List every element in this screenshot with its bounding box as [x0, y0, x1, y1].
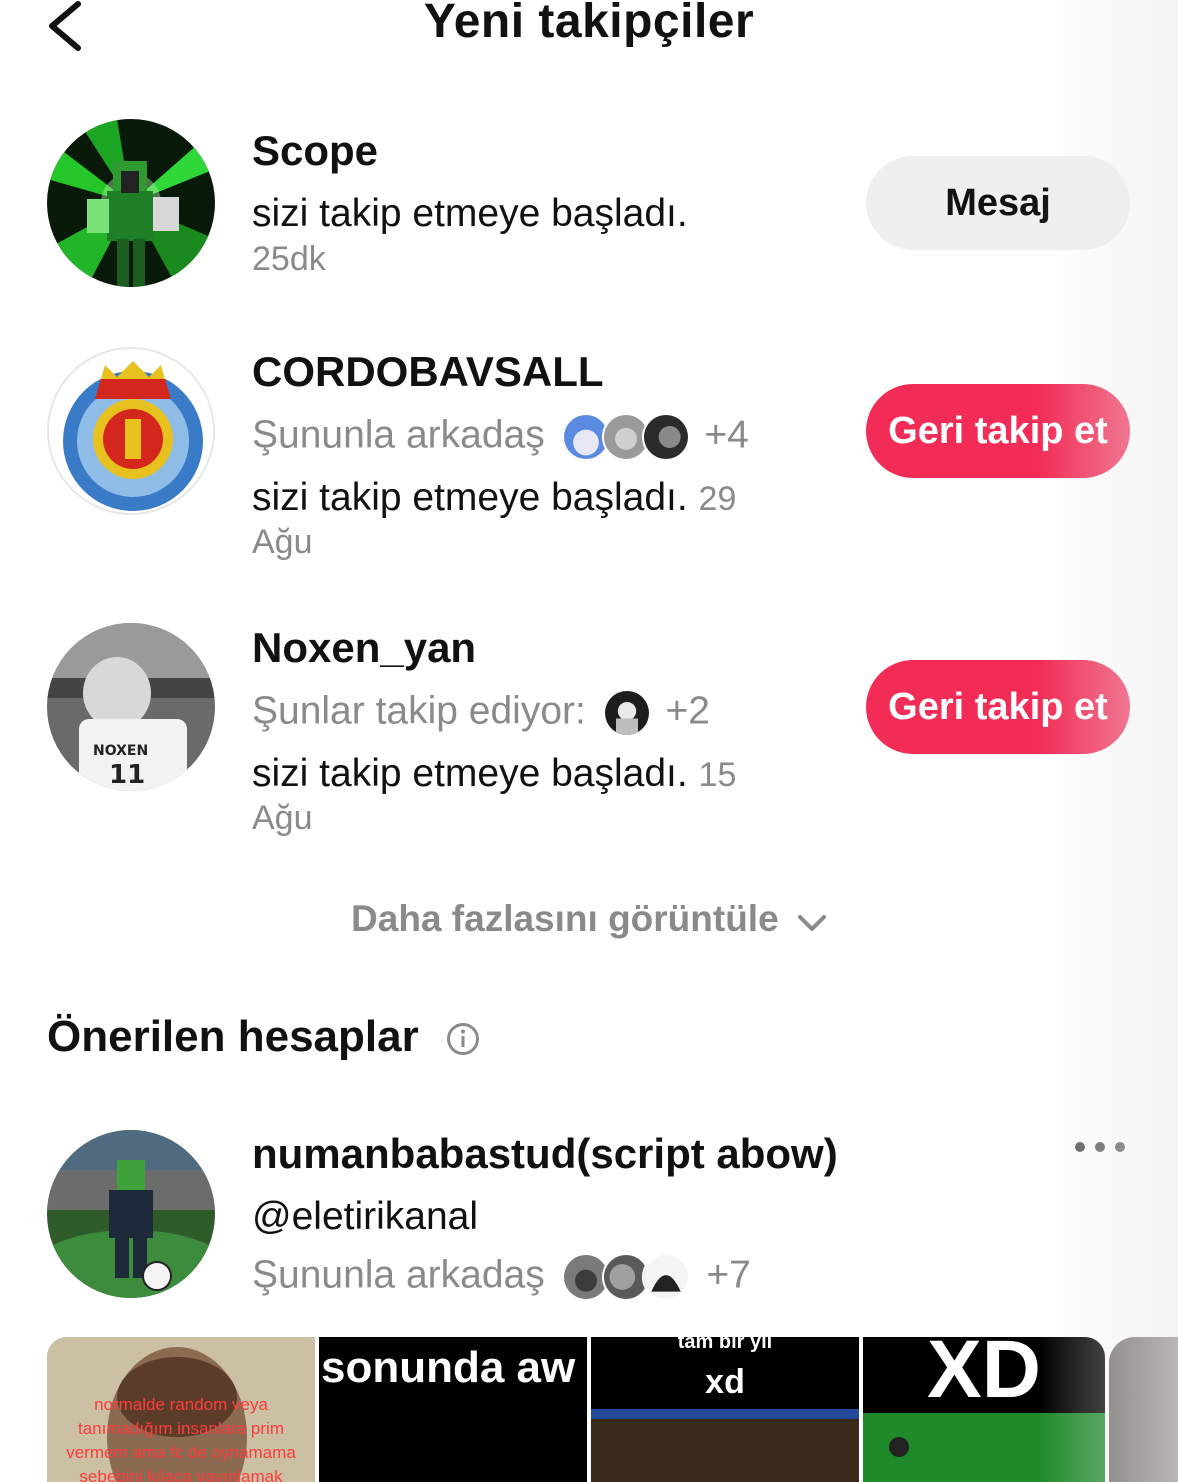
thumbnail-caption: normalde random veya tanımadığım insanla…	[66, 1395, 296, 1482]
username[interactable]: Noxen_yan	[252, 624, 476, 672]
follow-back-button[interactable]: Geri takip et	[866, 384, 1130, 478]
mutual-avatars	[556, 1253, 696, 1301]
avatar[interactable]: NOXEN 11	[47, 623, 215, 791]
thumbnail-caption: xd	[705, 1363, 745, 1401]
video-thumbnail[interactable]: normalde random veya tanımadığım insanla…	[47, 1337, 315, 1482]
follow-text: sizi takip etmeye başladı. 29	[252, 476, 736, 520]
avatar[interactable]	[47, 1130, 215, 1298]
mutual-count: +4	[704, 413, 749, 457]
video-thumbnail[interactable]: XD	[863, 1337, 1105, 1482]
header: Yeni takipçiler	[0, 0, 1178, 60]
mutual-friends[interactable]: Şununla arkadaş +4	[252, 413, 749, 461]
thumbnail-caption-top: tam bir yıl	[677, 1337, 773, 1353]
video-thumbnails: normalde random veya tanımadığım insanla…	[47, 1337, 1178, 1482]
mutual-count: +7	[706, 1253, 751, 1297]
follow-text: sizi takip etmeye başladı.	[252, 192, 688, 235]
video-thumbnail[interactable]: tam bir yıl xd	[591, 1337, 859, 1482]
video-thumbnail-partial[interactable]	[1109, 1337, 1178, 1482]
avatar	[641, 1253, 690, 1301]
mutual-text: Şununla arkadaş	[252, 1253, 545, 1297]
avatar[interactable]	[47, 347, 215, 515]
mutual-followers[interactable]: Şunlar takip ediyor: +2	[252, 689, 710, 737]
mutual-text: Şununla arkadaş	[252, 413, 545, 457]
chevron-down-icon	[797, 900, 827, 942]
avatar	[641, 413, 690, 461]
timestamp-day: 29	[698, 480, 737, 518]
info-icon[interactable]	[446, 1022, 480, 1056]
timestamp-day: 15	[698, 756, 737, 794]
mutual-avatars	[597, 689, 655, 737]
timestamp-month: Ağu	[252, 799, 313, 837]
timestamp-month: Ağu	[252, 523, 313, 561]
mutual-avatars	[556, 413, 694, 461]
message-button[interactable]: Mesaj	[866, 156, 1130, 250]
section-title: Önerilen hesaplar	[47, 1012, 419, 1061]
follow-text-label: sizi takip etmeye başladı.	[252, 752, 688, 795]
more-options-icon[interactable]	[1070, 1132, 1130, 1162]
follow-text: sizi takip etmeye başladı. 15	[252, 752, 736, 796]
show-more-button[interactable]: Daha fazlasını görüntüle	[0, 898, 1178, 942]
thumbnail-caption: XD	[927, 1337, 1041, 1415]
timestamp: 25dk	[252, 240, 326, 278]
account-handle: @eletirikanal	[252, 1195, 479, 1238]
username[interactable]: CORDOBAVSALL	[252, 348, 604, 396]
mutual-count: +2	[665, 689, 710, 733]
mutual-text: Şunlar takip ediyor:	[252, 689, 586, 733]
thumbnail-caption: sonunda aw	[321, 1343, 576, 1392]
avatar-jersey-number: 11	[109, 760, 145, 790]
avatar-jersey-text: NOXEN	[93, 743, 148, 759]
follow-text-label: sizi takip etmeye başladı.	[252, 476, 688, 519]
avatar[interactable]	[47, 119, 215, 287]
username[interactable]: Scope	[252, 127, 378, 175]
video-thumbnail[interactable]: sonunda aw	[319, 1337, 587, 1482]
follow-back-button[interactable]: Geri takip et	[866, 660, 1130, 754]
avatar	[602, 689, 651, 737]
mutual-friends[interactable]: Şununla arkadaş +7	[252, 1253, 751, 1301]
page-title: Yeni takipçiler	[423, 0, 755, 48]
account-name[interactable]: numanbabastud(script abow)	[252, 1130, 838, 1178]
show-more-label: Daha fazlasını görüntüle	[351, 898, 779, 939]
